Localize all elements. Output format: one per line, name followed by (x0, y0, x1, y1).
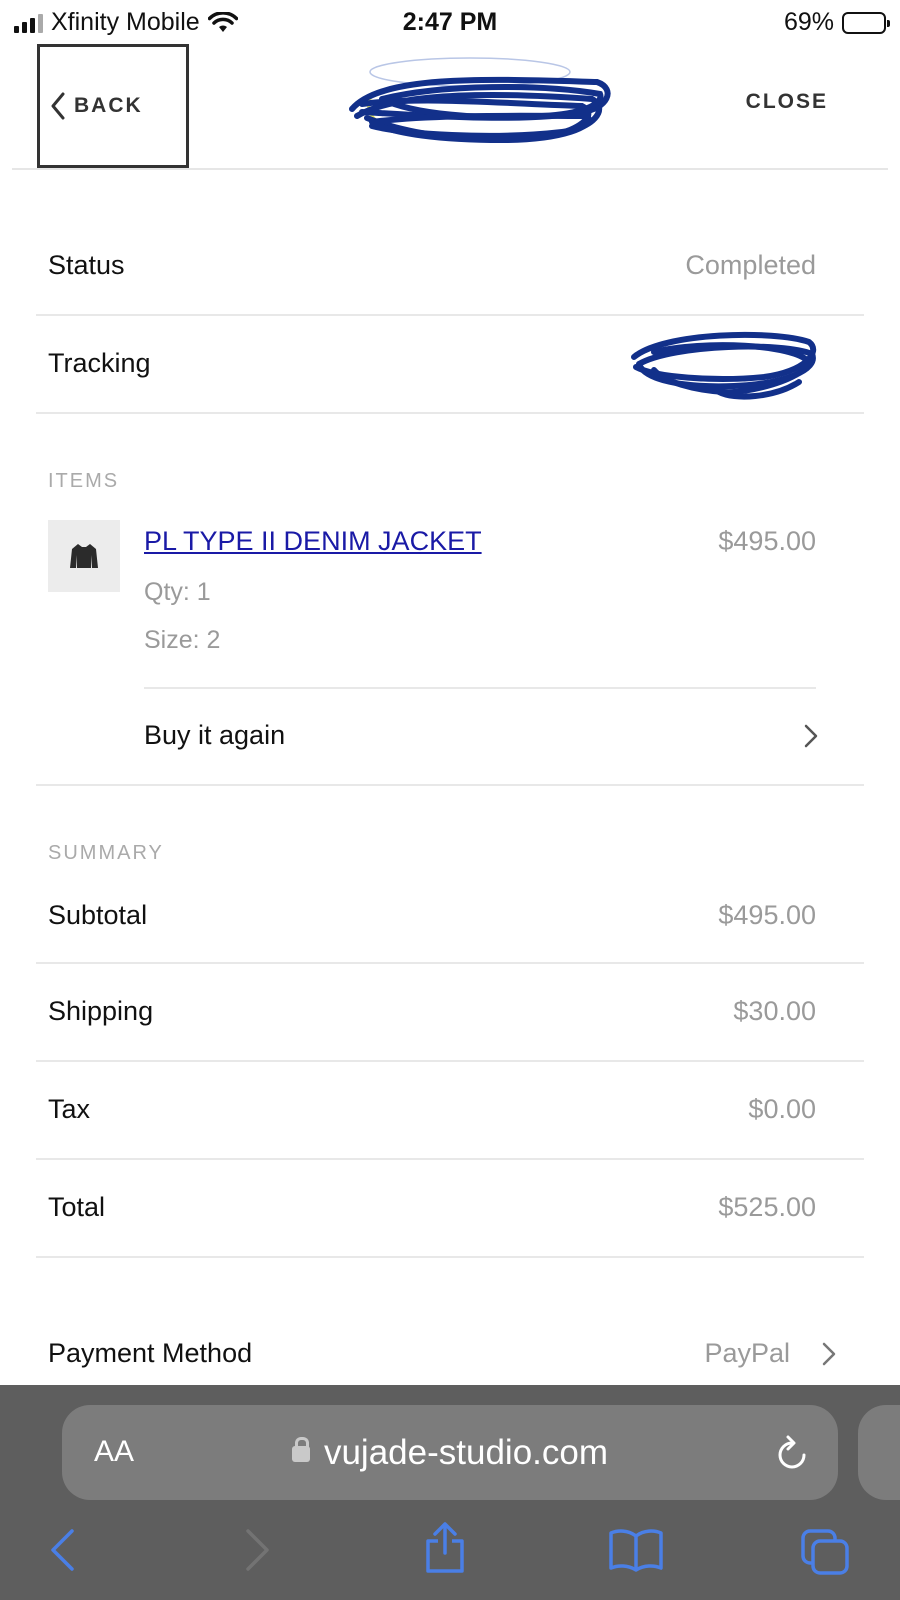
tabs-icon[interactable] (800, 1528, 850, 1576)
items-divider (36, 784, 864, 786)
tracking-row: Tracking (36, 316, 864, 414)
items-section-title: ITEMS (48, 470, 120, 492)
url-display[interactable]: vujade-studio.com (62, 1433, 838, 1473)
lock-icon (291, 1437, 310, 1462)
total-value: $525.00 (718, 1192, 816, 1222)
chevron-right-icon[interactable] (804, 724, 818, 748)
reload-icon[interactable] (774, 1433, 810, 1473)
chevron-right-icon[interactable] (822, 1342, 836, 1366)
url-text: vujade-studio.com (323, 1433, 609, 1472)
chevron-left-icon (51, 92, 65, 120)
item-name-link[interactable]: PL TYPE II DENIM JACKET (144, 526, 482, 557)
address-bar[interactable]: AA vujade-studio.com (62, 1405, 838, 1500)
next-tab-address-bar[interactable] (858, 1405, 900, 1500)
back-button[interactable]: BACK (37, 44, 189, 168)
item-qty: Qty: 1 (144, 578, 211, 606)
status-row: Status Completed (36, 170, 864, 316)
status-label: Status (48, 250, 125, 280)
battery-percent: 69% (783, 8, 834, 36)
payment-method-label[interactable]: Payment Method (48, 1338, 252, 1369)
summary-row-shipping: Shipping $30.00 (36, 964, 864, 1062)
battery-icon (842, 11, 890, 34)
browser-toolbar: AA vujade-studio.com (0, 1385, 900, 1600)
shipping-value: $30.00 (733, 996, 816, 1026)
status-bar: Xfinity Mobile 2:47 PM 69% (0, 0, 900, 44)
summary-row-total: Total $525.00 (36, 1160, 864, 1258)
item-price: $495.00 (718, 526, 816, 556)
summary-section-title: SUMMARY (48, 842, 164, 864)
shipping-label: Shipping (48, 996, 154, 1026)
close-button[interactable]: CLOSE (746, 90, 828, 114)
summary-row-tax: Tax $0.00 (36, 1062, 864, 1160)
back-label: BACK (74, 94, 143, 117)
bookmarks-icon[interactable] (608, 1528, 664, 1572)
subtotal-label: Subtotal (48, 900, 148, 930)
redacted-logo (349, 57, 611, 144)
buy-again-button[interactable]: Buy it again (144, 720, 285, 751)
item-thumbnail[interactable] (48, 520, 120, 592)
status-bar-right: 69% (783, 8, 890, 37)
redacted-tracking-number[interactable] (624, 322, 824, 402)
summary-row-subtotal: Subtotal $495.00 (36, 866, 864, 964)
item-size: Size: 2 (144, 626, 221, 654)
total-label: Total (48, 1192, 106, 1222)
jacket-icon (70, 544, 98, 568)
status-value: Completed (685, 250, 816, 280)
order-header: BACK CLOSE (12, 44, 888, 170)
back-arrow-icon[interactable] (48, 1528, 78, 1572)
subtotal-value: $495.00 (718, 900, 816, 930)
tax-value: $0.00 (748, 1094, 816, 1124)
payment-method-value[interactable]: PayPal (704, 1338, 790, 1369)
tax-label: Tax (48, 1094, 91, 1124)
item-divider (144, 687, 816, 689)
tracking-label: Tracking (48, 348, 151, 378)
share-icon[interactable] (423, 1521, 467, 1575)
forward-arrow-icon[interactable] (242, 1528, 272, 1572)
status-time: 2:47 PM (402, 8, 498, 36)
